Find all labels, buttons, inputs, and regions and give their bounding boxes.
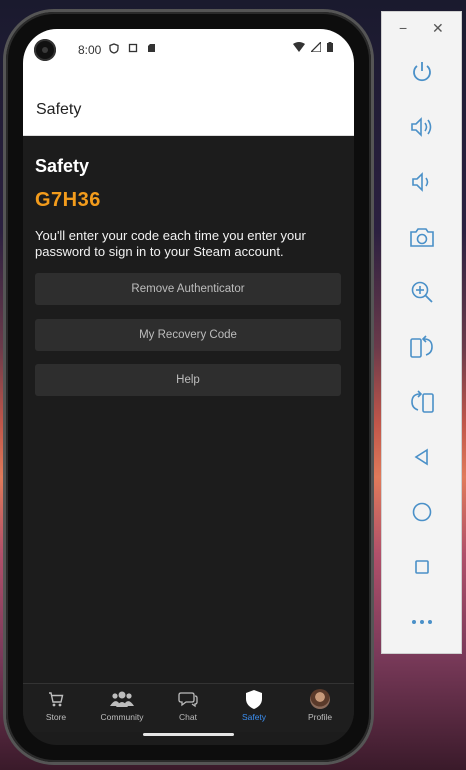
community-icon <box>89 688 155 710</box>
status-notification-icons <box>109 42 156 54</box>
nav-profile[interactable]: Profile <box>287 688 353 722</box>
front-camera <box>34 39 56 61</box>
nav-chat[interactable]: Chat <box>155 688 221 722</box>
nav-store-label: Store <box>45 712 67 722</box>
rotate-left-icon[interactable] <box>402 327 442 367</box>
volume-up-icon[interactable] <box>402 107 442 147</box>
nav-store[interactable]: Store <box>23 688 89 722</box>
help-button[interactable]: Help <box>35 364 341 396</box>
app-bar-title: Safety <box>36 101 82 118</box>
shield-status-icon <box>109 42 119 54</box>
signal-icon <box>309 40 322 53</box>
app-bar: Safety <box>23 69 354 136</box>
back-icon[interactable] <box>402 437 442 477</box>
sd-card-status-icon <box>148 44 156 53</box>
nav-safety-label: Safety <box>241 712 267 722</box>
chat-icon <box>155 688 221 710</box>
screenshot-status-icon <box>128 43 138 53</box>
camera-icon[interactable] <box>402 217 442 257</box>
zoom-icon[interactable] <box>402 272 442 312</box>
status-time: 8:00 <box>78 43 102 57</box>
page-title: Safety <box>35 156 90 176</box>
battery-icon <box>327 42 334 53</box>
gesture-home-bar[interactable] <box>143 733 234 736</box>
nav-safety[interactable]: Safety <box>221 688 287 722</box>
avatar <box>287 688 353 710</box>
nav-chat-label: Chat <box>179 712 197 722</box>
phone-frame: 8:00 Safety Safety G7H36 You'll enter yo… <box>6 12 371 762</box>
code-description: You'll enter your code each time you ent… <box>35 228 306 259</box>
overview-icon[interactable] <box>402 547 442 587</box>
bottom-navigation: Store Community Chat Safety Profile <box>23 683 354 732</box>
toolbar-window-controls: − ✕ <box>382 20 463 40</box>
power-icon[interactable] <box>402 52 442 92</box>
nav-community[interactable]: Community <box>89 688 155 722</box>
home-icon[interactable] <box>402 492 442 532</box>
emulator-toolbar: − ✕ <box>381 11 462 654</box>
rotate-right-icon[interactable] <box>402 382 442 422</box>
nav-community-label: Community <box>100 712 144 722</box>
status-bar: 8:00 <box>23 29 354 69</box>
phone-screen: 8:00 Safety Safety G7H36 You'll enter yo… <box>23 29 354 745</box>
remove-authenticator-button[interactable]: Remove Authenticator <box>35 273 341 305</box>
more-icon[interactable] <box>402 602 442 642</box>
status-system-icons <box>293 40 334 53</box>
cart-icon <box>23 688 89 710</box>
close-icon[interactable]: ✕ <box>432 20 444 37</box>
recovery-code-button[interactable]: My Recovery Code <box>35 319 341 351</box>
authenticator-code: G7H36 <box>35 189 101 211</box>
nav-profile-label: Profile <box>307 712 333 722</box>
minimize-icon[interactable]: − <box>399 20 407 36</box>
shield-icon <box>221 688 287 710</box>
volume-down-icon[interactable] <box>402 162 442 202</box>
wifi-icon <box>293 42 305 53</box>
